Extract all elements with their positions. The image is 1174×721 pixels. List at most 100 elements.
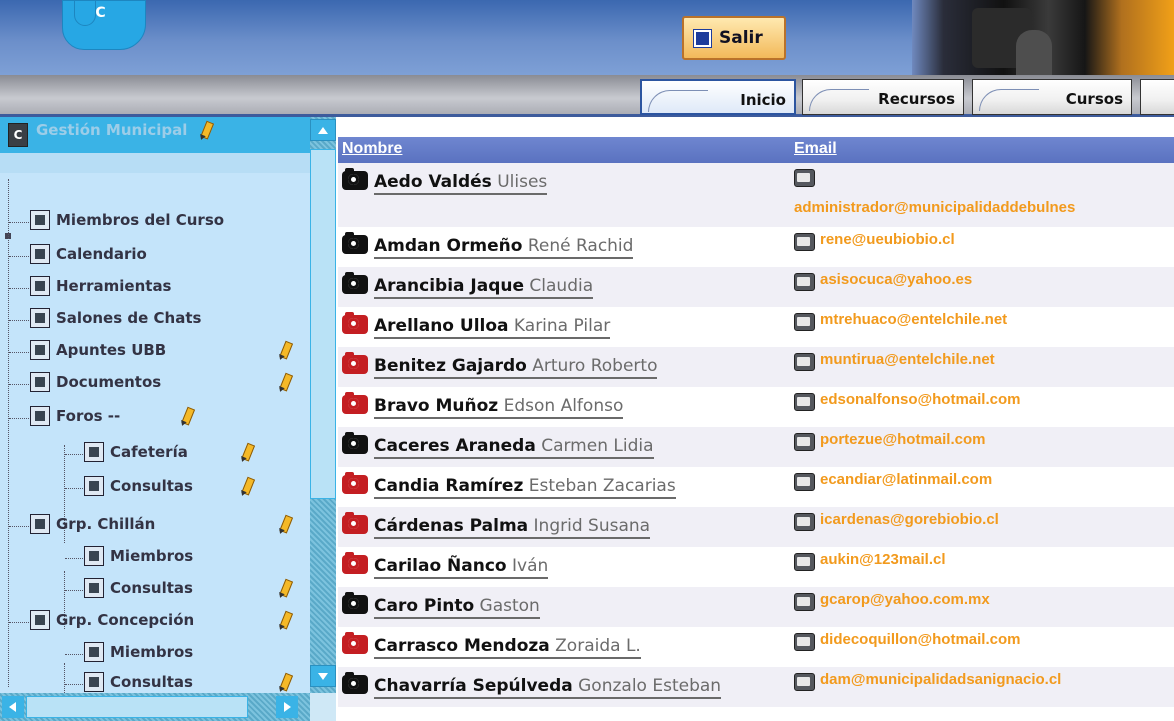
member-name-link[interactable]: Benitez Gajardo Arturo Roberto: [374, 356, 658, 379]
member-email-link[interactable]: ecandiar@latinmail.com: [820, 471, 992, 488]
member-name-link[interactable]: Chavarría Sepúlveda Gonzalo Esteban: [374, 676, 722, 699]
edit-pencil-icon[interactable]: [276, 673, 288, 693]
tab-cursos[interactable]: Cursos: [972, 79, 1132, 115]
table-row[interactable]: Caceres Araneda Carmen Lidia portezue@hot…: [338, 427, 1174, 467]
mail-icon[interactable]: [794, 593, 815, 611]
mail-icon[interactable]: [794, 553, 815, 571]
webcam-icon[interactable]: [342, 168, 368, 190]
webcam-icon[interactable]: [342, 552, 368, 574]
tree-item-salones-chats[interactable]: Salones de Chats: [30, 308, 201, 328]
tree-item-miembros[interactable]: Miembros: [84, 546, 193, 566]
member-name-link[interactable]: Cárdenas Palma Ingrid Susana: [374, 516, 651, 539]
tree-item-miembros-curso[interactable]: Miembros del Curso: [30, 210, 224, 230]
scroll-left-arrow-icon[interactable]: [2, 696, 24, 718]
member-name-link[interactable]: Bravo Muñoz Edson Alfonso: [374, 396, 624, 419]
table-row[interactable]: Bravo Muñoz Edson Alfonso edsonalfonso@ho…: [338, 387, 1174, 427]
edit-pencil-icon[interactable]: [276, 515, 288, 535]
edit-pencil-icon[interactable]: [276, 373, 288, 393]
webcam-icon[interactable]: [342, 352, 368, 374]
salir-button[interactable]: Salir: [682, 16, 786, 60]
table-row[interactable]: Carrasco Mendoza Zoraida L. didecoquillon…: [338, 627, 1174, 667]
mail-icon[interactable]: [794, 513, 815, 531]
tree-item-grp-chillan[interactable]: Grp. Chillán: [30, 514, 155, 534]
edit-pencil-icon[interactable]: [276, 341, 288, 361]
member-email-link[interactable]: icardenas@gorebiobio.cl: [820, 511, 999, 528]
member-email-link[interactable]: portezue@hotmail.com: [820, 431, 985, 448]
mail-icon[interactable]: [794, 473, 815, 491]
table-row[interactable]: Amdan Ormeño René Rachid rene@ueubiobio.c…: [338, 227, 1174, 267]
mail-icon[interactable]: [794, 353, 815, 371]
tree-item-miembros[interactable]: Miembros: [84, 642, 193, 662]
table-row[interactable]: Arancibia Jaque Claudia asisocuca@yahoo.e…: [338, 267, 1174, 307]
member-email-link[interactable]: gcarop@yahoo.com.mx: [820, 591, 990, 608]
webcam-icon[interactable]: [342, 312, 368, 334]
member-email-link[interactable]: rene@ueubiobio.cl: [820, 231, 955, 248]
edit-pencil-icon[interactable]: [178, 407, 190, 427]
column-header-email[interactable]: Email: [794, 140, 837, 158]
webcam-icon[interactable]: [342, 632, 368, 654]
table-row[interactable]: Candia Ramírez Esteban Zacarias ecandiar@…: [338, 467, 1174, 507]
member-name-link[interactable]: Amdan Ormeño René Rachid: [374, 236, 634, 259]
mail-icon[interactable]: [794, 393, 815, 411]
table-row[interactable]: Arellano Ulloa Karina Pilar mtrehuaco@ent…: [338, 307, 1174, 347]
tab-inicio[interactable]: Inicio: [640, 79, 796, 115]
column-header-nombre[interactable]: Nombre: [342, 140, 402, 158]
webcam-icon[interactable]: [342, 672, 368, 694]
member-email-link[interactable]: edsonalfonso@hotmail.com: [820, 391, 1020, 408]
tree-item-calendario[interactable]: Calendario: [30, 244, 147, 264]
mail-icon[interactable]: [794, 273, 815, 291]
tree-item-foros[interactable]: Foros --: [30, 406, 120, 426]
edit-pencil-icon[interactable]: [238, 443, 250, 463]
webcam-icon[interactable]: [342, 472, 368, 494]
sidebar-vertical-scrollbar[interactable]: [310, 117, 336, 693]
table-row[interactable]: Benitez Gajardo Arturo Roberto muntirua@e…: [338, 347, 1174, 387]
mail-icon[interactable]: [794, 673, 815, 691]
mail-icon[interactable]: [794, 433, 815, 451]
edit-pencil-icon[interactable]: [197, 121, 209, 141]
scroll-thumb[interactable]: [26, 696, 248, 718]
webcam-icon[interactable]: [342, 512, 368, 534]
member-email-link[interactable]: muntirua@entelchile.net: [820, 351, 995, 368]
member-name-link[interactable]: Candia Ramírez Esteban Zacarias: [374, 476, 676, 499]
tree-item-consultas[interactable]: Consultas: [84, 672, 193, 692]
member-name-link[interactable]: Caceres Araneda Carmen Lidia: [374, 436, 654, 459]
webcam-icon[interactable]: [342, 232, 368, 254]
tree-item-consultas[interactable]: Consultas: [84, 578, 193, 598]
edit-pencil-icon[interactable]: [276, 579, 288, 599]
mail-icon[interactable]: [794, 633, 815, 651]
edit-pencil-icon[interactable]: [238, 477, 250, 497]
tree-item-grp-concepcion[interactable]: Grp. Concepción: [30, 610, 194, 630]
scroll-down-arrow-icon[interactable]: [310, 665, 336, 687]
member-email-link[interactable]: mtrehuaco@entelchile.net: [820, 311, 1007, 328]
tree-item-apuntes-ubb[interactable]: Apuntes UBB: [30, 340, 166, 360]
sidebar-horizontal-scrollbar[interactable]: [0, 693, 310, 721]
mail-icon[interactable]: [794, 233, 815, 251]
tab-overflow[interactable]: [1140, 79, 1174, 115]
member-email-link[interactable]: asisocuca@yahoo.es: [820, 271, 972, 288]
mail-icon[interactable]: [794, 313, 815, 331]
member-name-link[interactable]: Aedo Valdés Ulises: [374, 172, 548, 195]
member-name-link[interactable]: Carilao Ñanco Iván: [374, 556, 549, 579]
course-header[interactable]: C Gestión Municipal: [0, 117, 310, 153]
tree-item-cafeteria[interactable]: Cafetería: [84, 442, 188, 462]
member-name-link[interactable]: Arancibia Jaque Claudia: [374, 276, 594, 299]
edit-pencil-icon[interactable]: [276, 611, 288, 631]
webcam-icon[interactable]: [342, 592, 368, 614]
tree-item-documentos[interactable]: Documentos: [30, 372, 161, 392]
scroll-right-arrow-icon[interactable]: [276, 696, 298, 718]
member-email-link[interactable]: dam@municipalidadsanignacio.cl: [820, 671, 1061, 688]
member-email-link[interactable]: administrador@municipalidaddebulnes: [794, 199, 1075, 216]
member-name-link[interactable]: Arellano Ulloa Karina Pilar: [374, 316, 611, 339]
member-email-link[interactable]: aukin@123mail.cl: [820, 551, 946, 568]
webcam-icon[interactable]: [342, 432, 368, 454]
member-name-link[interactable]: Carrasco Mendoza Zoraida L.: [374, 636, 641, 659]
table-row[interactable]: Chavarría Sepúlveda Gonzalo Esteban dam@m…: [338, 667, 1174, 707]
table-row[interactable]: Cárdenas Palma Ingrid Susana icardenas@go…: [338, 507, 1174, 547]
scroll-up-arrow-icon[interactable]: [310, 119, 336, 141]
tree-item-consultas[interactable]: Consultas: [84, 476, 193, 496]
webcam-icon[interactable]: [342, 272, 368, 294]
member-name-link[interactable]: Caro Pinto Gaston: [374, 596, 540, 619]
tree-item-herramientas[interactable]: Herramientas: [30, 276, 172, 296]
member-email-link[interactable]: didecoquillon@hotmail.com: [820, 631, 1020, 648]
scroll-thumb[interactable]: [310, 149, 336, 499]
